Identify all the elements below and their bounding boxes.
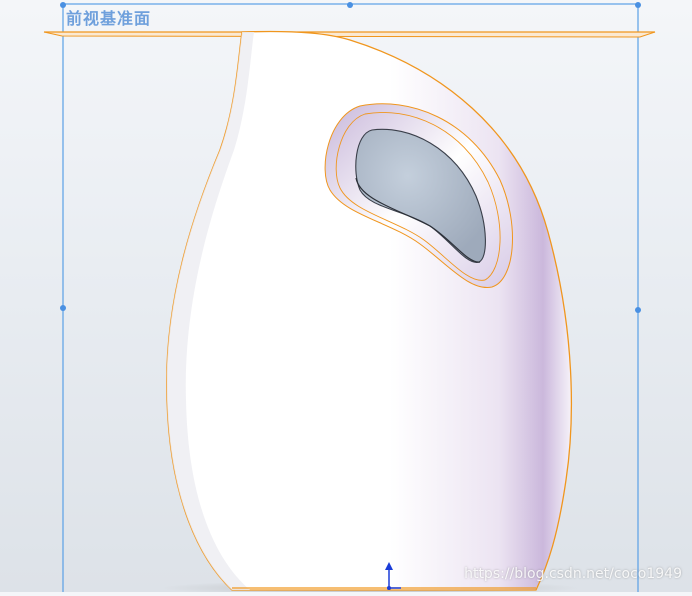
graphics-viewport[interactable]: 前视基准面 https://blog.csdn.net/coco1949 — [0, 0, 692, 596]
handle-anchor-icon[interactable] — [635, 2, 641, 8]
handle-anchor-icon[interactable] — [635, 307, 641, 313]
model-canvas[interactable] — [0, 0, 692, 596]
watermark: https://blog.csdn.net/coco1949 — [464, 566, 682, 582]
handle-anchor-icon[interactable] — [60, 305, 66, 311]
handle-anchor-icon[interactable] — [347, 2, 353, 8]
plane-label[interactable]: 前视基准面 — [66, 5, 151, 29]
top-plane-face[interactable] — [43, 31, 656, 38]
